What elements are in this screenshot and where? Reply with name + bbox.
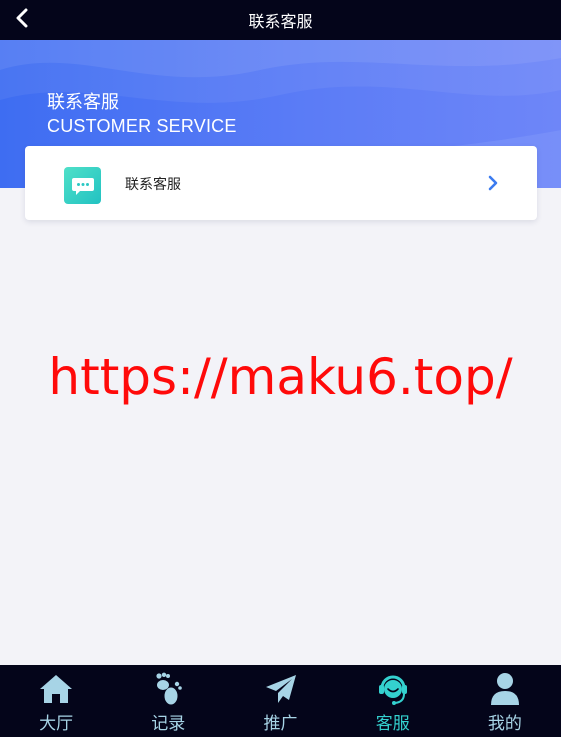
chevron-right-icon — [483, 173, 503, 193]
tab-lobby[interactable]: 大厅 — [0, 665, 112, 737]
chat-bubble-icon — [64, 167, 101, 204]
top-nav-bar: 联系客服 — [0, 0, 561, 40]
page-title: 联系客服 — [248, 12, 313, 31]
service-card-label: 联系客服 — [125, 177, 181, 193]
user-icon — [487, 671, 523, 707]
hero-title: 联系客服 — [47, 92, 119, 113]
hero-subtitle: CUSTOMER SERVICE — [47, 116, 237, 136]
back-button[interactable] — [6, 4, 38, 36]
paper-plane-icon — [263, 671, 299, 707]
tab-lobby-label: 大厅 — [39, 714, 74, 734]
tab-promotion[interactable]: 推广 — [224, 665, 336, 737]
tab-customer-service[interactable]: 客服 — [337, 665, 449, 737]
tab-mine-label: 我的 — [487, 714, 522, 734]
contact-service-card[interactable]: 联系客服 — [25, 146, 537, 220]
footprints-icon — [150, 671, 186, 707]
tab-promotion-label: 推广 — [263, 714, 298, 734]
headset-agent-icon — [375, 671, 411, 707]
tab-mine[interactable]: 我的 — [449, 665, 561, 737]
tab-records[interactable]: 记录 — [112, 665, 224, 737]
watermark-url: https://maku6.top/ — [48, 348, 513, 406]
home-icon — [38, 671, 74, 707]
chevron-left-icon — [15, 8, 29, 32]
customer-service-page: 联系客服 联系客服 CUSTOMER SERVICE 联系客服 https://… — [0, 0, 561, 737]
tab-customer-service-label: 客服 — [375, 714, 410, 734]
bottom-tab-bar: 大厅 记录 推广 客服 我的 — [0, 665, 561, 737]
tab-records-label: 记录 — [151, 714, 186, 734]
